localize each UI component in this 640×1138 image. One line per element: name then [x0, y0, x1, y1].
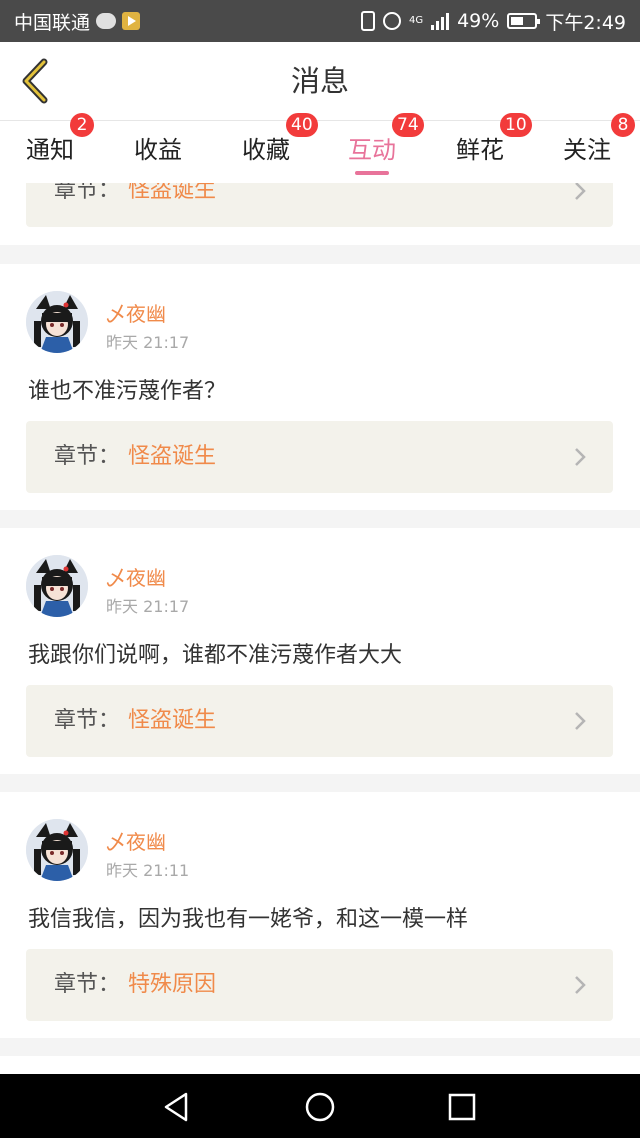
tab-label: 鲜花	[456, 136, 504, 164]
chapter-label: 章节：	[54, 444, 121, 469]
chevron-right-icon	[575, 976, 586, 994]
tab-flowers[interactable]: 鲜花 10	[456, 113, 532, 183]
message-card: 章节： 怪盗诞生	[0, 183, 640, 245]
tab-badge: 8	[611, 113, 635, 137]
user-avatar-image	[26, 555, 88, 617]
chapter-title: 怪盗诞生	[128, 444, 217, 469]
tab-label: 关注	[563, 136, 611, 164]
chapter-title: 怪盗诞生	[128, 708, 217, 733]
comment-text: 我信我信，因为我也有一姥爷，和这一模一样	[28, 907, 469, 932]
message-card	[0, 1056, 640, 1074]
alarm-icon	[382, 12, 401, 30]
system-nav-bar	[0, 1074, 640, 1138]
chapter-title: 特殊原因	[128, 972, 217, 997]
chapter-link[interactable]: 章节： 特殊原因	[26, 949, 613, 1021]
chevron-right-icon	[575, 448, 586, 466]
user-name[interactable]: 乄夜幽	[106, 298, 166, 327]
user-avatar-image	[26, 819, 88, 881]
user-avatar-image	[26, 291, 88, 353]
tab-badge: 2	[70, 113, 94, 137]
tab-label: 收益	[134, 136, 182, 164]
status-bar: 中国联通 4G 49% 下午2:49	[0, 0, 640, 42]
battery-percent: 49%	[457, 10, 500, 32]
tab-earnings[interactable]: 收益	[134, 121, 182, 183]
tab-badge: 10	[500, 113, 532, 137]
page-title: 消息	[290, 64, 349, 98]
tab-interactions[interactable]: 互动 74	[348, 113, 424, 183]
message-list[interactable]: 章节： 怪盗诞生 乄夜幽 昨天 21:17 谁也不准污蔑作者？ 章节： 怪盗诞生…	[0, 183, 640, 1074]
clock: 下午2:49	[545, 11, 626, 34]
message-time: 昨天 21:17	[106, 333, 190, 352]
chapter-label: 章节：	[54, 708, 121, 733]
back-icon[interactable]	[160, 1090, 194, 1124]
message-time: 昨天 21:11	[106, 861, 190, 880]
carrier-label: 中国联通	[14, 11, 91, 34]
tab-follow[interactable]: 关注 8	[563, 113, 635, 183]
comment-text: 谁也不准污蔑作者？	[28, 379, 227, 404]
tab-label: 互动	[348, 136, 396, 164]
battery-icon	[507, 13, 541, 29]
message-card: 乄夜幽 昨天 21:11 我信我信，因为我也有一姥爷，和这一模一样 章节： 特殊…	[0, 792, 640, 1038]
avatar[interactable]	[26, 819, 88, 881]
tab-label: 收藏	[242, 136, 290, 164]
message-time: 昨天 21:17	[106, 597, 190, 616]
network-type: 4G	[408, 15, 424, 26]
chevron-right-icon	[575, 183, 586, 200]
app-icon	[122, 12, 141, 30]
chapter-title: 怪盗诞生	[128, 183, 217, 203]
comment-text: 我跟你们说啊，谁都不准污蔑作者大大	[28, 643, 403, 668]
tab-favorites[interactable]: 收藏 40	[242, 113, 318, 183]
avatar[interactable]	[26, 555, 88, 617]
app-header: 消息	[0, 42, 640, 121]
chapter-label: 章节：	[54, 183, 121, 203]
tab-label: 通知	[26, 136, 74, 164]
recents-icon[interactable]	[445, 1090, 479, 1124]
tab-badge: 40	[286, 113, 318, 137]
chapter-link[interactable]: 章节： 怪盗诞生	[26, 421, 613, 493]
message-card: 乄夜幽 昨天 21:17 我跟你们说啊，谁都不准污蔑作者大大 章节： 怪盗诞生	[0, 528, 640, 774]
chapter-link[interactable]: 章节： 怪盗诞生	[26, 685, 613, 757]
vibrate-icon	[360, 11, 375, 31]
tab-notice[interactable]: 通知 2	[26, 113, 94, 183]
message-card: 乄夜幽 昨天 21:17 谁也不准污蔑作者？ 章节： 怪盗诞生	[0, 264, 640, 510]
tab-badge: 74	[392, 113, 424, 137]
home-icon[interactable]	[303, 1090, 337, 1124]
chapter-label: 章节：	[54, 972, 121, 997]
tab-bar: 通知 2 收益 收藏 40 互动 74 鲜花 10 关注 8	[0, 113, 640, 183]
active-tab-indicator	[355, 171, 389, 175]
user-name[interactable]: 乄夜幽	[106, 826, 166, 855]
wechat-icon	[96, 13, 117, 29]
user-name[interactable]: 乄夜幽	[106, 562, 166, 591]
chapter-link[interactable]: 章节： 怪盗诞生	[26, 183, 613, 227]
avatar[interactable]	[26, 291, 88, 353]
signal-icon	[431, 12, 450, 30]
chevron-right-icon	[575, 712, 586, 730]
